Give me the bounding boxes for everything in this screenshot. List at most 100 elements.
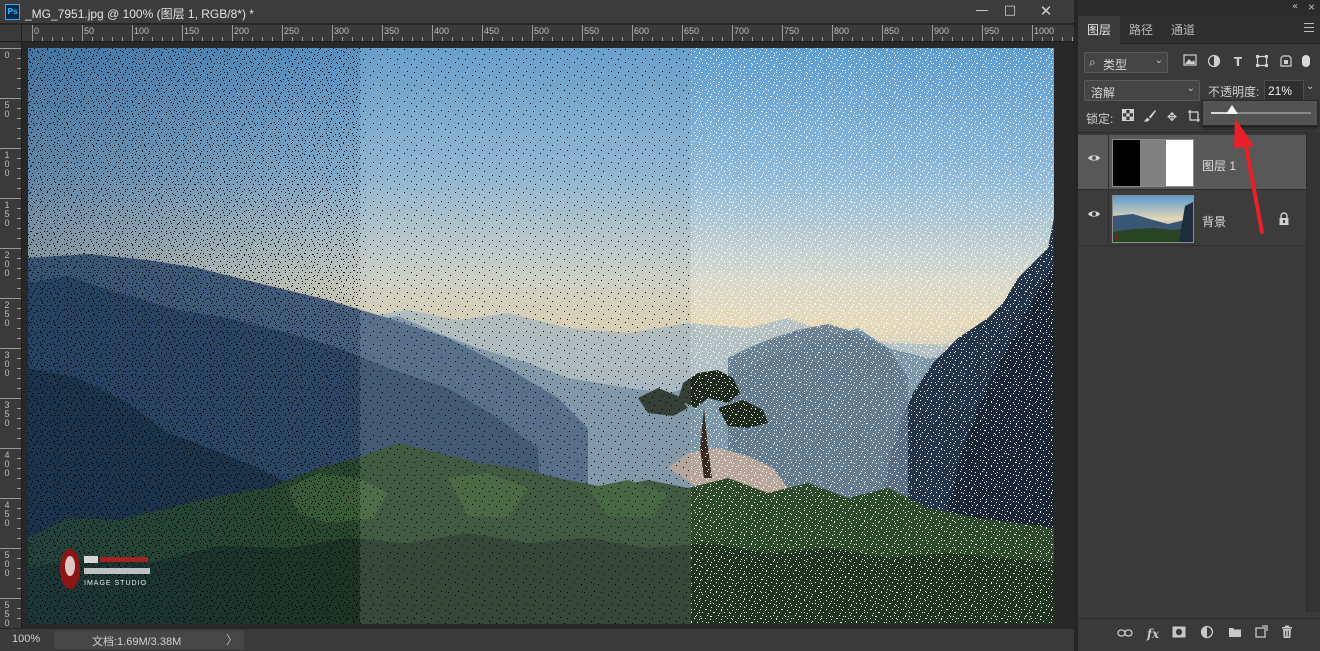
ruler-tick: [1042, 37, 1043, 41]
ruler-tick: [17, 358, 21, 359]
adjustment-layer-icon[interactable]: [1198, 625, 1216, 643]
image-filter-icon[interactable]: [1182, 54, 1198, 70]
ruler-label: 1000: [1034, 26, 1055, 36]
ruler-tick: [352, 37, 353, 41]
ruler-tick: [972, 37, 973, 41]
new-group-icon[interactable]: [1226, 625, 1244, 643]
opacity-input[interactable]: 21%: [1264, 80, 1304, 101]
ruler-tick: [17, 568, 21, 569]
lock-image-icon[interactable]: [1142, 109, 1158, 125]
ruler-label: 600: [634, 26, 650, 36]
opacity-slider-track[interactable]: [1211, 105, 1311, 114]
ruler-tick: [362, 37, 363, 41]
ruler-tick: [672, 37, 673, 41]
ruler-tick: [732, 25, 733, 41]
ruler-tick: [232, 25, 233, 41]
ruler-tick: [952, 37, 953, 41]
tab-paths[interactable]: 路径: [1120, 16, 1162, 44]
zoom-level[interactable]: 100%: [12, 633, 40, 645]
ruler-tick: [17, 428, 21, 429]
ruler-tick: [302, 37, 303, 41]
ruler-tick: [17, 68, 21, 69]
layer-row[interactable]: 图层 1: [1078, 135, 1306, 190]
canvas-area[interactable]: IMAGE STUDIO: [22, 42, 1074, 628]
eye-icon[interactable]: [1087, 153, 1101, 167]
ruler-label: 800: [834, 26, 850, 36]
close-icon[interactable]: ✕: [1032, 2, 1060, 20]
document-title: _MG_7951.jpg @ 100% (图层 1, RGB/8*) *: [25, 7, 254, 21]
ruler-tick: [17, 258, 21, 259]
ruler-tick: [832, 25, 833, 41]
ruler-label: 250: [284, 26, 300, 36]
ruler-tick: [0, 498, 21, 499]
double-chevron-icon[interactable]: «: [1292, 1, 1298, 12]
panel-tabs: 图层 路径 通道: [1078, 16, 1320, 44]
ruler-tick: [742, 37, 743, 41]
ruler-tick: [17, 468, 21, 469]
doc-info-box[interactable]: 文档:1.69M/3.38M 〉: [54, 631, 244, 649]
opacity-label: 不透明度:: [1208, 85, 1260, 99]
new-layer-icon[interactable]: [1252, 625, 1270, 643]
tab-channels[interactable]: 通道: [1162, 16, 1204, 44]
ruler-tick: [202, 37, 203, 41]
panel-scrollbar[interactable]: [1306, 132, 1320, 612]
ruler-tick: [922, 37, 923, 41]
ruler-tick: [372, 37, 373, 41]
panel-close-icon[interactable]: ×: [1308, 0, 1315, 14]
horizontal-ruler[interactable]: 0 50 100 150 200 250 300 350 400 450 500 550 600 650 7…: [22, 25, 1074, 42]
layers-list: 图层 1 背景: [1078, 132, 1306, 612]
ruler-tick: [552, 37, 553, 41]
type-filter-icon[interactable]: T: [1230, 54, 1246, 70]
panel-menu-icon[interactable]: [1304, 23, 1314, 32]
ruler-tick: [17, 478, 21, 479]
layer-thumbnail[interactable]: [1112, 195, 1194, 243]
chevron-down-icon: ⌄: [1154, 55, 1163, 66]
shape-filter-icon[interactable]: [1254, 54, 1270, 70]
layer-row[interactable]: 背景: [1078, 191, 1306, 246]
opacity-slider-thumb[interactable]: [1226, 105, 1238, 114]
ruler-tick: [632, 25, 633, 41]
ruler-tick: [17, 328, 21, 329]
tab-layers[interactable]: 图层: [1078, 16, 1121, 44]
opacity-slider-popup[interactable]: [1202, 100, 1318, 126]
canvas-image[interactable]: IMAGE STUDIO: [28, 48, 1054, 624]
eye-icon[interactable]: [1087, 209, 1101, 223]
delete-icon[interactable]: [1278, 625, 1296, 643]
smart-object-filter-icon[interactable]: [1278, 54, 1294, 70]
fx-icon[interactable]: fx: [1144, 625, 1162, 643]
ruler-tick: [542, 37, 543, 41]
status-menu-arrow-icon[interactable]: 〉: [226, 631, 238, 648]
maximize-icon[interactable]: □: [996, 2, 1024, 20]
layer-thumbnail[interactable]: [1112, 139, 1194, 187]
panel-header-strip[interactable]: « ×: [1078, 0, 1320, 16]
opacity-dropdown-icon[interactable]: ⌄: [1306, 81, 1314, 92]
chevron-down-icon: ⌄: [1186, 83, 1195, 94]
link-layers-icon[interactable]: [1116, 625, 1134, 643]
add-mask-icon[interactable]: [1170, 625, 1188, 643]
ruler-tick: [17, 168, 21, 169]
ruler-tick: [1022, 37, 1023, 41]
document-title-bar[interactable]: Ps _MG_7951.jpg @ 100% (图层 1, RGB/8*) * …: [0, 0, 1074, 24]
blend-mode-select[interactable]: 溶解 ⌄: [1084, 80, 1200, 101]
ruler-tick: [322, 37, 323, 41]
ruler-tick: [312, 37, 313, 41]
lock-transparent-icon[interactable]: [1120, 109, 1136, 125]
layer-filter-select[interactable]: ⌕ 类型 ⌄: [1084, 52, 1168, 73]
ruler-origin[interactable]: [0, 25, 22, 42]
ruler-tick: [0, 398, 21, 399]
ruler-tick: [17, 118, 21, 119]
adjustment-filter-icon[interactable]: [1206, 54, 1222, 70]
ruler-tick: [17, 458, 21, 459]
ruler-tick: [902, 37, 903, 41]
filter-toggle-icon[interactable]: [1302, 55, 1310, 67]
ruler-tick: [402, 37, 403, 41]
layer-name[interactable]: 图层 1: [1202, 157, 1236, 174]
vertical-ruler[interactable]: 0 50 100 150 200 250 300 350 400 450 500 550: [0, 42, 22, 628]
ruler-tick: [1072, 37, 1073, 41]
minimize-icon[interactable]: —: [968, 2, 996, 20]
lock-position-icon[interactable]: ✥: [1164, 109, 1180, 125]
lock-artboard-icon[interactable]: [1186, 109, 1202, 125]
layer-name[interactable]: 背景: [1202, 213, 1226, 230]
ruler-tick: [942, 37, 943, 41]
ruler-tick: [17, 108, 21, 109]
